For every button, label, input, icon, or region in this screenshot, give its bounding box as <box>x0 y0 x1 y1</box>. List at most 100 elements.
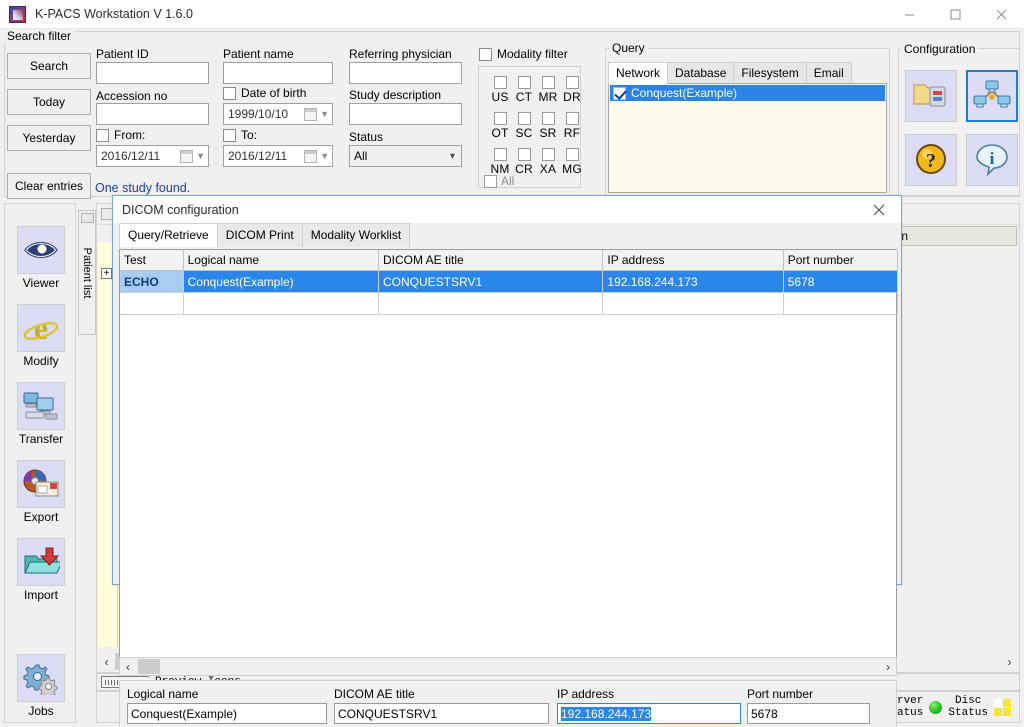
query-tab-network[interactable]: Network <box>608 62 669 84</box>
modality-item-sr[interactable]: SR <box>535 112 561 140</box>
tool-label: Export <box>23 510 59 524</box>
tool-button-jobs[interactable]: Jobs <box>14 654 68 718</box>
modality-item-mr[interactable]: MR <box>535 76 561 104</box>
modality-item-ct[interactable]: CT <box>511 76 537 104</box>
modality-item-xa[interactable]: XA <box>535 148 561 176</box>
accession-no-input[interactable] <box>96 103 209 125</box>
accession-no-label: Accession no <box>96 89 168 103</box>
maximize-button[interactable] <box>932 0 978 29</box>
query-tab-email[interactable]: Email <box>805 62 852 84</box>
tool-label: Transfer <box>18 432 64 446</box>
network-config-button[interactable] <box>966 70 1018 122</box>
modality-item-mg[interactable]: MG <box>559 148 585 176</box>
svg-text:?: ? <box>926 150 936 172</box>
modality-item-us[interactable]: US <box>487 76 513 104</box>
ip-address-input[interactable]: 192.168.244.173 <box>557 703 741 724</box>
minimize-button[interactable] <box>886 0 932 29</box>
tool-button-import[interactable]: Import <box>14 538 68 602</box>
referring-physician-label: Referring physician <box>349 47 452 61</box>
tool-button-modify[interactable]: e Modify <box>14 304 68 368</box>
scrollbar-thumb[interactable] <box>138 659 160 674</box>
table-row[interactable] <box>120 292 899 315</box>
scrollbar-track[interactable] <box>136 659 880 674</box>
close-button[interactable] <box>978 0 1024 29</box>
date-of-birth-picker[interactable]: 1999/10/10 ▼ <box>223 103 333 125</box>
patient-id-label: Patient ID <box>96 47 149 61</box>
about-button[interactable]: i <box>966 134 1018 186</box>
ae-title-input[interactable]: CONQUESTSRV1 <box>334 703 549 724</box>
tool-button-transfer[interactable]: Transfer <box>14 382 68 446</box>
column-header-port-number[interactable]: Port number <box>783 250 899 271</box>
modality-item-cr[interactable]: CR <box>511 148 537 176</box>
calendar-icon <box>304 107 318 121</box>
tool-rail: Viewer e Modify Transfer Export Import J… <box>4 203 76 723</box>
query-server-item[interactable]: Conquest(Example) <box>610 85 885 101</box>
tree-expand-icon[interactable]: + <box>101 268 112 279</box>
column-header-test[interactable]: Test <box>120 250 184 271</box>
cell-ae-title <box>378 292 604 315</box>
patient-id-input[interactable] <box>96 62 209 84</box>
clear-entries-button[interactable]: Clear entries <box>7 173 91 199</box>
patient-name-input[interactable] <box>223 62 333 84</box>
dicom-nodes-table[interactable]: Test Logical name DICOM AE title IP addr… <box>119 249 899 676</box>
column-header-ip-address[interactable]: IP address <box>602 250 784 271</box>
table-hscrollbar[interactable]: ‹ › <box>119 657 897 676</box>
modality-filter-label: Modality filter <box>497 47 568 61</box>
cell-test <box>120 292 184 315</box>
help-button[interactable]: ? <box>905 134 957 186</box>
scroll-left-icon[interactable]: ‹ <box>98 655 115 669</box>
modality-item-nm[interactable]: NM <box>487 148 513 176</box>
study-description-label: Study description <box>349 88 442 102</box>
column-header-right[interactable]: ion <box>887 226 1017 246</box>
cell-test[interactable]: ECHO <box>120 270 184 293</box>
from-date-picker[interactable]: 2016/12/11 ▼ <box>96 145 209 167</box>
database-config-button[interactable] <box>905 70 957 122</box>
query-server-list[interactable]: Conquest(Example) <box>608 83 887 193</box>
from-date-checkbox[interactable]: From: <box>96 128 145 142</box>
dicom-configuration-dialog: DICOM configuration Query/Retrieve DICOM… <box>112 195 902 727</box>
column-header-logical-name[interactable]: Logical name <box>183 250 379 271</box>
checkbox-box <box>96 128 109 142</box>
port-number-input[interactable]: 5678 <box>747 703 870 724</box>
study-description-input[interactable] <box>349 103 462 125</box>
modality-item-dr[interactable]: DR <box>559 76 585 104</box>
modality-item-rf[interactable]: RF <box>559 112 585 140</box>
scroll-right-icon[interactable]: › <box>1001 655 1018 669</box>
checkbox-box <box>565 76 579 89</box>
server-status-led-icon <box>929 700 943 714</box>
tool-button-export[interactable]: Export <box>14 460 68 524</box>
scroll-right-icon[interactable]: › <box>880 660 896 674</box>
table-row[interactable]: ECHO Conquest(Example) CONQUESTSRV1 192.… <box>120 270 899 293</box>
modality-filter-checkbox[interactable]: Modality filter <box>479 47 568 61</box>
date-of-birth-label: Date of birth <box>241 86 307 100</box>
checkbox-box <box>517 148 531 161</box>
scroll-left-icon[interactable]: ‹ <box>120 660 136 674</box>
logical-name-input[interactable]: Conquest(Example) <box>127 703 327 724</box>
modality-item-ot[interactable]: OT <box>487 112 513 140</box>
modality-all-checkbox[interactable]: All <box>484 174 514 188</box>
dialog-close-button[interactable] <box>857 196 901 223</box>
search-button[interactable]: Search <box>7 53 91 79</box>
referring-physician-input[interactable] <box>349 62 462 84</box>
tab-modality-worklist[interactable]: Modality Worklist <box>301 223 411 247</box>
from-date-value: 2016/12/11 <box>101 149 161 163</box>
yesterday-button[interactable]: Yesterday <box>7 125 91 151</box>
modality-item-sc[interactable]: SC <box>511 112 537 140</box>
tab-dicom-print[interactable]: DICOM Print <box>216 223 303 247</box>
form-port-number-label: Port number <box>747 687 814 701</box>
today-button[interactable]: Today <box>7 89 91 115</box>
dialog-tabs: Query/Retrieve DICOM Print Modality Work… <box>119 223 411 247</box>
to-date-checkbox[interactable]: To: <box>223 128 257 142</box>
checkbox-box <box>541 76 555 89</box>
checkbox-box <box>493 76 507 89</box>
date-of-birth-checkbox[interactable]: Date of birth <box>223 86 306 100</box>
dicom-node-form: Logical name Conquest(Example) DICOM AE … <box>119 680 897 727</box>
patient-list-vertical-tab[interactable]: Patient list <box>78 210 96 335</box>
status-select[interactable]: All ▾ <box>349 145 462 167</box>
query-tab-filesystem[interactable]: Filesystem <box>733 62 807 84</box>
query-tab-database[interactable]: Database <box>667 62 735 84</box>
tool-button-viewer[interactable]: Viewer <box>14 226 68 290</box>
tab-query-retrieve[interactable]: Query/Retrieve <box>119 223 218 247</box>
column-header-ae-title[interactable]: DICOM AE title <box>378 250 604 271</box>
to-date-picker[interactable]: 2016/12/11 ▼ <box>223 145 333 167</box>
